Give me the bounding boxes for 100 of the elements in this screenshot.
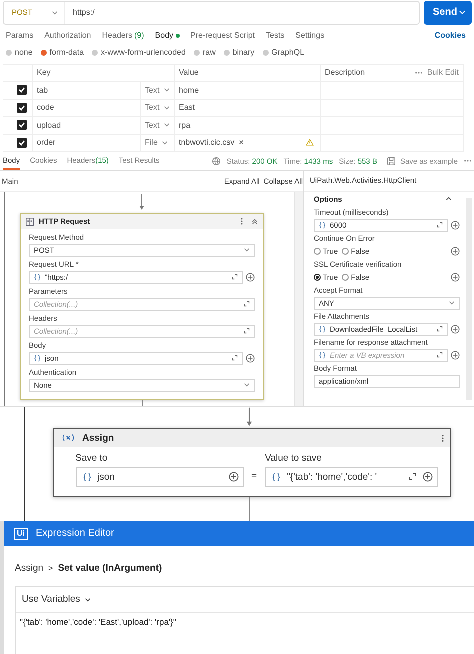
add-icon[interactable]: [451, 246, 460, 256]
request-tab[interactable]: Authorization: [44, 31, 92, 40]
braces-icon: [319, 352, 326, 358]
checkbox[interactable]: [17, 120, 27, 130]
radio-button[interactable]: [314, 274, 321, 280]
warning-icon: [306, 139, 314, 146]
checkbox[interactable]: [17, 85, 27, 96]
radio-button[interactable]: [40, 50, 47, 56]
expand-icon[interactable]: [244, 328, 250, 334]
type-dropdown[interactable]: Text: [145, 120, 170, 130]
request-tab[interactable]: Params: [6, 31, 34, 40]
table-cell: rpa: [179, 120, 191, 130]
use-variables-dropdown[interactable]: Use Variables: [22, 594, 92, 605]
request-tab[interactable]: Pre-request Script: [190, 31, 255, 40]
column-header: Key: [37, 68, 51, 78]
add-icon[interactable]: [423, 472, 434, 482]
add-icon[interactable]: [451, 350, 460, 360]
body-type-option[interactable]: form-data: [40, 48, 84, 58]
field-label: Value to save: [265, 452, 323, 466]
field-label: Save to: [76, 452, 109, 466]
cookies-link[interactable]: Cookies: [434, 31, 466, 40]
expand-icon[interactable]: [437, 222, 443, 228]
body-type-option[interactable]: none: [6, 48, 33, 58]
collapse-icon[interactable]: [252, 218, 258, 224]
breadcrumb-separator: >: [48, 564, 54, 572]
more-icon[interactable]: [415, 72, 424, 74]
type-dropdown[interactable]: Text: [145, 86, 170, 95]
add-icon[interactable]: [228, 472, 238, 482]
body-type-option[interactable]: x-www-form-urlencoded: [92, 48, 186, 58]
expand-icon[interactable]: [232, 274, 238, 280]
request-tab[interactable]: Settings: [296, 31, 325, 40]
expand-icon[interactable]: [232, 355, 238, 361]
radio-button[interactable]: [224, 50, 230, 56]
breadcrumb-item: Set value (InArgument): [58, 562, 162, 574]
scrollbar[interactable]: [294, 192, 303, 406]
radio-button[interactable]: [6, 50, 12, 56]
table-cell: tab: [37, 86, 48, 95]
logo: Ui: [14, 528, 28, 540]
expression-editor-field[interactable]: Use Variables "{'tab': 'home','code': 'East','upload': 'rpa'}": [15, 586, 474, 654]
radio-button[interactable]: [342, 248, 350, 254]
expand-icon[interactable]: [437, 352, 443, 358]
expand-icon[interactable]: [244, 301, 250, 307]
add-icon[interactable]: [451, 220, 460, 230]
add-icon[interactable]: [451, 324, 460, 334]
expression-text: "{'tab': 'home','code': 'East','upload': 'rpa'}": [19, 616, 178, 627]
radio-button[interactable]: [342, 274, 350, 280]
request-tab[interactable]: Headers (9): [102, 31, 144, 40]
column-header: Value: [179, 68, 199, 78]
chevron-icon: [244, 383, 250, 387]
chevron-icon: [85, 598, 92, 602]
braces-icon: [34, 354, 41, 362]
add-icon[interactable]: [451, 272, 460, 282]
arrow: [246, 407, 253, 428]
checkbox[interactable]: [17, 102, 27, 113]
expand-icon[interactable]: [437, 326, 443, 332]
expand-icon[interactable]: [409, 473, 418, 481]
file-chip[interactable]: tnbwovti.cic.csv: [179, 138, 244, 148]
braces-icon: [319, 326, 326, 332]
chevron-icon: [164, 88, 170, 92]
checkbox[interactable]: [17, 138, 27, 148]
window-title: Expression Editor: [36, 528, 114, 539]
equals-sign: =: [252, 470, 258, 484]
more-icon[interactable]: [464, 160, 472, 162]
variable-icon: [62, 434, 74, 442]
body-type-option[interactable]: binary: [224, 48, 255, 58]
request-tab[interactable]: Tests: [266, 31, 285, 40]
body-type-option[interactable]: raw: [194, 48, 216, 58]
chevron-icon: [52, 10, 58, 15]
expression-field[interactable]: "{'tab': 'home','code': ': [265, 467, 438, 487]
type-dropdown[interactable]: File: [145, 138, 168, 148]
table-cell: upload: [37, 120, 62, 130]
globe-icon[interactable]: [212, 156, 221, 166]
chevron-icon: [459, 10, 466, 16]
activity-card[interactable]: Assign Save to json = Value to save "{'tab': 'home','code': ': [52, 428, 450, 497]
bulk-edit-link[interactable]: Bulk Edit: [427, 68, 459, 78]
collapse-icon[interactable]: [446, 197, 452, 201]
card-title: Assign: [82, 432, 114, 444]
chevron-icon: [164, 106, 170, 110]
table-cell: order: [37, 138, 56, 148]
expression-field[interactable]: json: [76, 467, 244, 487]
chevron-icon: [162, 140, 168, 145]
column-header: Description: [325, 68, 366, 78]
type-dropdown[interactable]: Text: [145, 103, 170, 112]
braces-icon: [272, 472, 282, 482]
breadcrumb-item[interactable]: Assign: [15, 562, 44, 574]
add-icon[interactable]: [246, 354, 255, 362]
request-tab[interactable]: Body: [155, 31, 180, 40]
radio-button[interactable]: [262, 50, 269, 56]
table-cell: East: [179, 103, 196, 112]
add-icon[interactable]: [246, 272, 255, 282]
body-type-option[interactable]: GraphQL: [262, 48, 305, 58]
activity-icon: [26, 218, 34, 226]
braces-icon: [319, 222, 326, 228]
chevron-icon: [244, 248, 250, 252]
close-icon[interactable]: [238, 140, 244, 146]
send-button[interactable]: Send: [424, 1, 472, 25]
radio-button[interactable]: [194, 50, 200, 56]
radio-button[interactable]: [314, 248, 321, 254]
braces-icon: [34, 274, 41, 280]
radio-button[interactable]: [92, 50, 98, 56]
